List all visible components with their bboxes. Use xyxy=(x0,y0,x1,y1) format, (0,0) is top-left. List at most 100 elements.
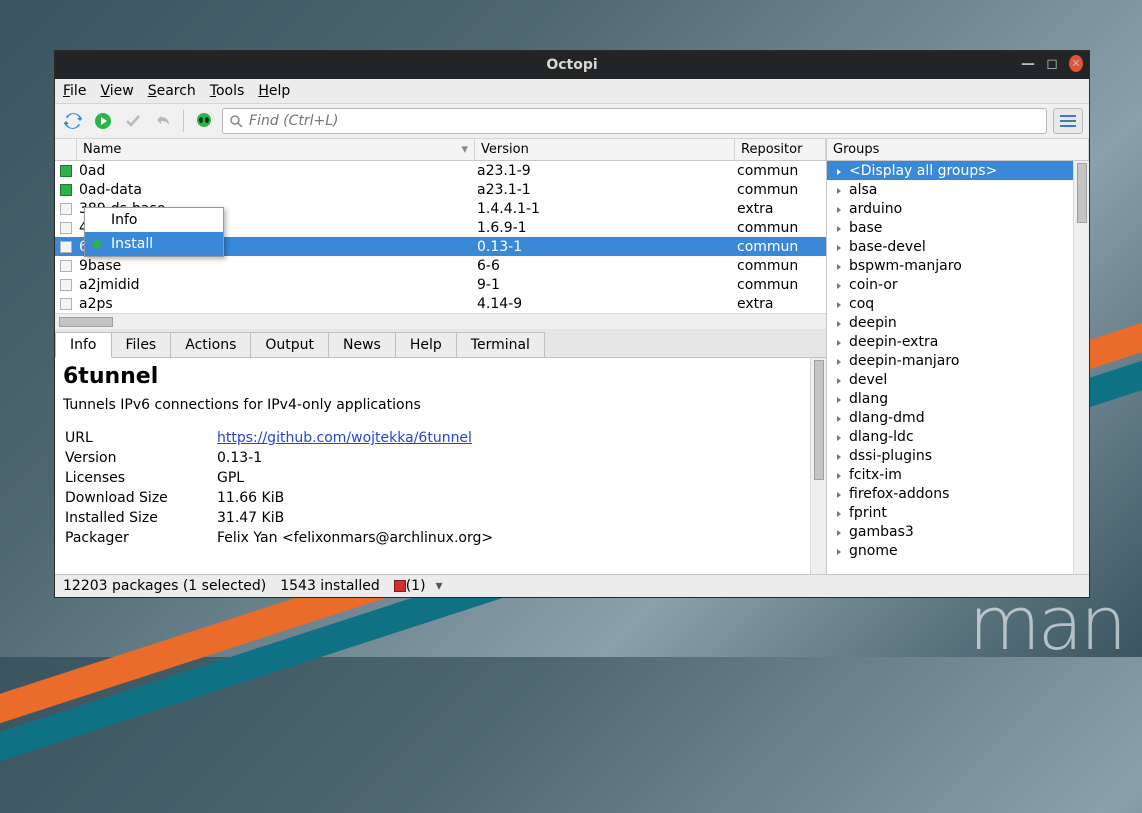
col-repo[interactable]: Repositor xyxy=(735,139,826,160)
cell-name: a2jmidid xyxy=(77,277,475,293)
package-instsize: 31.47 KiB xyxy=(217,509,493,527)
tab-output[interactable]: Output xyxy=(250,332,329,357)
ctx-info[interactable]: Info xyxy=(85,208,223,232)
tab-terminal[interactable]: Terminal xyxy=(456,332,545,357)
window-title: Octopi xyxy=(546,57,597,73)
minimize-button[interactable]: — xyxy=(1021,56,1035,72)
table-row[interactable]: 0ad-dataa23.1-1commun xyxy=(55,180,826,199)
group-item[interactable]: fcitx-im xyxy=(827,465,1089,484)
label-version: Version xyxy=(65,449,215,467)
cell-repo: extra xyxy=(735,296,826,312)
group-item[interactable]: alsa xyxy=(827,180,1089,199)
tab-actions[interactable]: Actions xyxy=(170,332,251,357)
undo-button[interactable] xyxy=(151,109,175,133)
search-input[interactable]: Find (Ctrl+L) xyxy=(222,108,1047,134)
menu-view[interactable]: View xyxy=(100,83,133,99)
group-item[interactable]: gnome xyxy=(827,541,1089,560)
not-installed-icon xyxy=(60,298,72,310)
play-icon xyxy=(94,112,112,130)
play-button[interactable] xyxy=(91,109,115,133)
cell-repo: commun xyxy=(735,258,826,274)
package-description: Tunnels IPv6 connections for IPv4-only a… xyxy=(63,397,818,413)
apply-button[interactable] xyxy=(121,109,145,133)
menu-file[interactable]: File xyxy=(63,83,86,99)
check-icon xyxy=(125,113,141,129)
cell-repo: commun xyxy=(735,277,826,293)
alien-icon xyxy=(195,112,213,130)
not-installed-icon xyxy=(60,279,72,291)
horizontal-scrollbar[interactable] xyxy=(55,313,826,329)
group-item[interactable]: fprint xyxy=(827,503,1089,522)
ctx-install[interactable]: Install xyxy=(85,232,223,256)
group-item[interactable]: arduino xyxy=(827,199,1089,218)
titlebar[interactable]: Octopi — ◻ ✕ xyxy=(55,51,1089,79)
group-item[interactable]: coq xyxy=(827,294,1089,313)
maximize-button[interactable]: ◻ xyxy=(1045,56,1059,72)
cell-repo: commun xyxy=(735,163,826,179)
groups-header[interactable]: Groups xyxy=(827,139,1089,160)
col-version[interactable]: Version xyxy=(475,139,735,160)
info-scrollbar[interactable] xyxy=(810,358,826,574)
groups-list[interactable]: <Display all groups>alsaarduinobasebase-… xyxy=(827,161,1089,574)
close-button[interactable]: ✕ xyxy=(1069,55,1083,72)
context-menu: Info Install xyxy=(84,207,224,257)
group-item[interactable]: dlang-ldc xyxy=(827,427,1089,446)
label-dlsize: Download Size xyxy=(65,489,215,507)
statusbar: 12203 packages (1 selected) 1543 install… xyxy=(55,574,1089,597)
group-item[interactable]: base xyxy=(827,218,1089,237)
table-row[interactable]: 0ada23.1-9commun xyxy=(55,161,826,180)
tab-info[interactable]: Info xyxy=(55,332,112,358)
toolbar: Find (Ctrl+L) xyxy=(55,104,1089,139)
cell-name: 0ad xyxy=(77,163,475,179)
not-installed-icon xyxy=(60,260,72,272)
groups-scrollbar[interactable] xyxy=(1073,161,1089,574)
cell-name: 9base xyxy=(77,258,475,274)
group-item[interactable]: deepin xyxy=(827,313,1089,332)
status-pending[interactable]: (1)▾ xyxy=(394,578,443,594)
label-licenses: Licenses xyxy=(65,469,215,487)
search-icon xyxy=(229,114,243,128)
cell-repo: commun xyxy=(735,182,826,198)
package-columns: Name▾ Version Repositor xyxy=(55,139,826,161)
cell-version: 6-6 xyxy=(475,258,735,274)
package-title: 6tunnel xyxy=(63,364,818,389)
group-item[interactable]: dssi-plugins xyxy=(827,446,1089,465)
installed-icon xyxy=(60,184,72,196)
table-row[interactable]: 9base6-6commun xyxy=(55,256,826,275)
cell-name: 0ad-data xyxy=(77,182,475,198)
group-item[interactable]: dlang xyxy=(827,389,1089,408)
group-item[interactable]: bspwm-manjaro xyxy=(827,256,1089,275)
tab-files[interactable]: Files xyxy=(111,332,172,357)
menu-help[interactable]: Help xyxy=(258,83,290,99)
package-url[interactable]: https://github.com/wojtekka/6tunnel xyxy=(217,430,472,446)
tab-news[interactable]: News xyxy=(328,332,396,357)
cell-repo: commun xyxy=(735,220,826,236)
aur-button[interactable] xyxy=(192,109,216,133)
not-installed-icon xyxy=(60,222,72,234)
tab-help[interactable]: Help xyxy=(395,332,457,357)
sync-button[interactable] xyxy=(61,109,85,133)
table-row[interactable]: a2ps4.14-9extra xyxy=(55,294,826,313)
menu-button[interactable] xyxy=(1053,108,1083,134)
cell-version: 9-1 xyxy=(475,277,735,293)
label-packager: Packager xyxy=(65,529,215,547)
group-item[interactable]: <Display all groups> xyxy=(827,161,1089,180)
table-row[interactable]: a2jmidid9-1commun xyxy=(55,275,826,294)
menu-search[interactable]: Search xyxy=(148,83,196,99)
group-item[interactable]: gambas3 xyxy=(827,522,1089,541)
group-item[interactable]: coin-or xyxy=(827,275,1089,294)
group-item[interactable]: deepin-manjaro xyxy=(827,351,1089,370)
package-dlsize: 11.66 KiB xyxy=(217,489,493,507)
group-item[interactable]: dlang-dmd xyxy=(827,408,1089,427)
not-installed-icon xyxy=(60,203,72,215)
menu-tools[interactable]: Tools xyxy=(210,83,245,99)
col-name[interactable]: Name▾ xyxy=(77,139,475,160)
group-item[interactable]: deepin-extra xyxy=(827,332,1089,351)
cell-name: a2ps xyxy=(77,296,475,312)
group-item[interactable]: base-devel xyxy=(827,237,1089,256)
group-item[interactable]: firefox-addons xyxy=(827,484,1089,503)
cell-version: a23.1-9 xyxy=(475,163,735,179)
group-item[interactable]: devel xyxy=(827,370,1089,389)
status-packages: 12203 packages (1 selected) xyxy=(63,578,266,594)
not-installed-icon xyxy=(60,241,72,253)
